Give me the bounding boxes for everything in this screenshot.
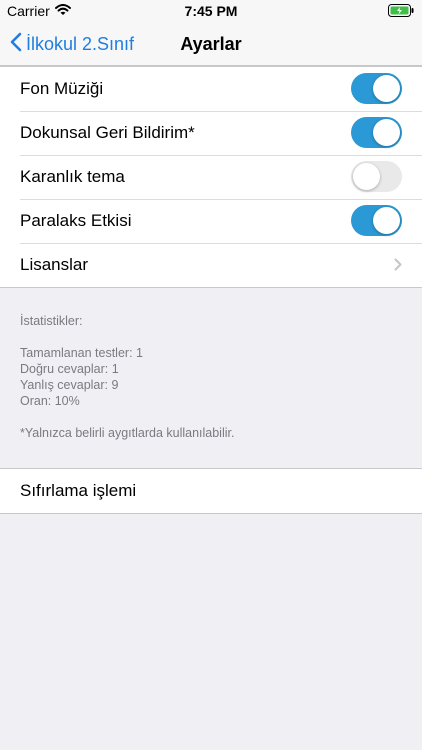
page-title: Ayarlar bbox=[180, 34, 242, 54]
statistics-section: İstatistikler: Tamamlanan testler: 1 Doğ… bbox=[20, 313, 234, 441]
chevron-right-icon bbox=[394, 258, 402, 276]
wrong-answers-stat: Yanlış cevaplar: 9 bbox=[20, 378, 119, 392]
reset-row[interactable]: Sıfırlama işlemi bbox=[0, 469, 422, 513]
reset-group: Sıfırlama işlemi bbox=[0, 468, 422, 514]
settings-group: Fon Müziği Dokunsal Geri Bildirim* Karan… bbox=[0, 66, 422, 288]
statistics-header: İstatistikler: bbox=[20, 314, 83, 328]
haptic-feedback-toggle[interactable] bbox=[351, 117, 402, 148]
battery-icon bbox=[388, 4, 414, 22]
setting-row-background-music: Fon Müziği bbox=[0, 67, 422, 111]
footnote: *Yalnızca belirli aygıtlarda kullanılabi… bbox=[20, 426, 235, 440]
toggle-knob bbox=[373, 119, 400, 146]
parallax-effect-toggle[interactable] bbox=[351, 205, 402, 236]
dark-theme-toggle[interactable] bbox=[351, 161, 402, 192]
status-bar: Carrier 7:45 PM bbox=[0, 0, 422, 24]
reset-label: Sıfırlama işlemi bbox=[20, 481, 137, 500]
navigation-bar: İlkokul 2.Sınıf Ayarlar bbox=[0, 24, 422, 66]
toggle-knob bbox=[353, 163, 380, 190]
toggle-knob bbox=[373, 75, 400, 102]
setting-row-parallax-effect: Paralaks Etkisi bbox=[0, 199, 422, 243]
setting-label: Karanlık tema bbox=[20, 167, 125, 186]
licenses-row[interactable]: Lisanslar bbox=[0, 243, 422, 287]
setting-label: Dokunsal Geri Bildirim* bbox=[20, 123, 195, 142]
setting-label: Fon Müziği bbox=[20, 79, 104, 98]
completed-tests-stat: Tamamlanan testler: 1 bbox=[20, 346, 143, 360]
setting-row-dark-theme: Karanlık tema bbox=[0, 155, 422, 199]
correct-answers-stat: Doğru cevaplar: 1 bbox=[20, 362, 119, 376]
setting-label: Lisanslar bbox=[20, 255, 89, 274]
toggle-knob bbox=[373, 207, 400, 234]
setting-row-haptic-feedback: Dokunsal Geri Bildirim* bbox=[0, 111, 422, 155]
setting-label: Paralaks Etkisi bbox=[20, 211, 132, 230]
rate-stat: Oran: 10% bbox=[20, 394, 80, 408]
status-time: 7:45 PM bbox=[184, 3, 238, 19]
background-music-toggle[interactable] bbox=[351, 73, 402, 104]
